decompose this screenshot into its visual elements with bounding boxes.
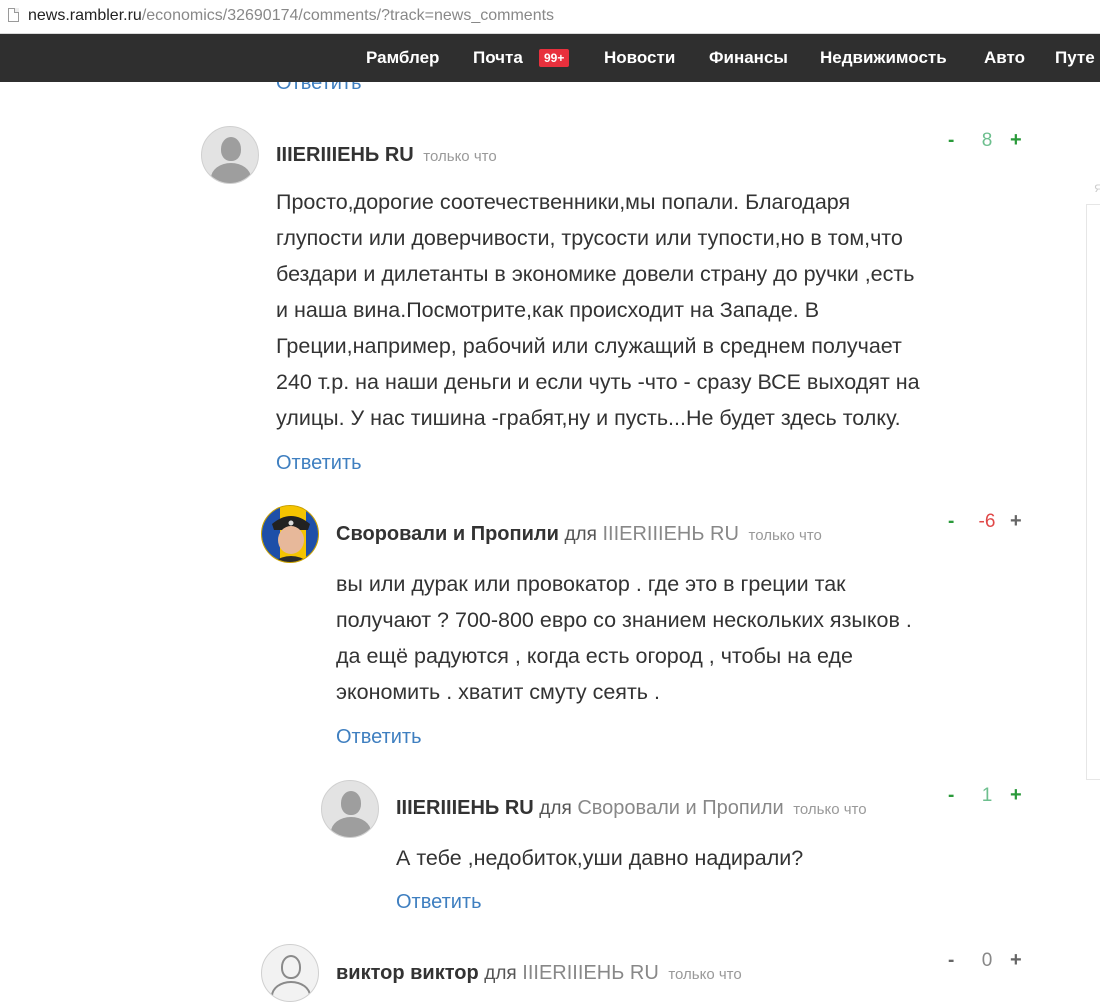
vote-down-button[interactable]: - — [948, 130, 954, 152]
comment-header: IIIERIIIЕНЬ RU только что — [276, 144, 497, 167]
address-bar[interactable]: news.rambler.ru/economics/32690174/comme… — [0, 0, 1100, 34]
comment-header: виктор виктор для IIIERIIIЕНЬ RU только … — [336, 962, 742, 985]
reply-to-word: для — [484, 963, 517, 984]
mail-count-badge[interactable]: 99+ — [539, 49, 570, 67]
comment-line: да ещё радуются , когда есть огород , чт… — [336, 644, 854, 668]
comment-line: экономить . хватит смуту сеять . — [336, 680, 660, 704]
vote-up-button[interactable]: + — [1010, 510, 1022, 533]
comment-header: Своровали и Пропили для IIIERIIIЕНЬ RU т… — [336, 523, 822, 546]
vote-up-button[interactable]: + — [1010, 949, 1022, 972]
reply-link[interactable]: Ответить — [276, 452, 362, 475]
comment-time: только что — [793, 801, 867, 818]
vote-score: -6 — [978, 511, 996, 532]
vote-up-button[interactable]: + — [1010, 784, 1022, 807]
vote-down-button[interactable]: - — [948, 785, 954, 807]
avatar[interactable] — [261, 944, 319, 1002]
reply-to-word: для — [564, 524, 597, 545]
vote-score: 1 — [981, 785, 993, 806]
author-name[interactable]: виктор виктор — [336, 962, 479, 984]
nav-item-rambler[interactable]: Рамблер — [366, 48, 439, 68]
comment-text: Просто,дорогие соотечественники,мы попал… — [276, 184, 920, 436]
comment-text: А тебе ,недобиток,уши давно надирали? — [396, 840, 803, 876]
comment-line: Греции,например, рабочий или служащий в … — [276, 334, 902, 358]
reply-to-word: для — [539, 798, 572, 819]
user-silhouette-body — [211, 163, 251, 183]
comment-line: Просто,дорогие соотечественники,мы попал… — [276, 190, 851, 214]
avatar[interactable] — [201, 126, 259, 184]
vote-score: 8 — [981, 130, 993, 151]
author-name[interactable]: IIIERIIIЕНЬ RU — [396, 797, 534, 819]
comment-time: только что — [668, 966, 742, 983]
comment-line: А тебе ,недобиток,уши давно надирали? — [396, 846, 804, 870]
reply-target-name[interactable]: IIIERIIIЕНЬ RU — [522, 962, 658, 984]
nav-item-travel[interactable]: Путе — [1055, 48, 1095, 68]
comment-header: IIIERIIIЕНЬ RU для Своровали и Пропили т… — [396, 797, 867, 820]
reply-link[interactable]: Ответить — [396, 891, 482, 914]
comment-text: вы или дурак или провокатор . где это в … — [336, 566, 912, 710]
vote-down-button[interactable]: - — [948, 950, 954, 972]
avatar[interactable] — [321, 780, 379, 838]
reply-link[interactable]: Ответить — [336, 726, 422, 749]
nav-item-mail[interactable]: Почта — [473, 48, 523, 68]
comment-line: вы или дурак или провокатор . где это в … — [336, 572, 846, 596]
nav-item-news[interactable]: Новости — [604, 48, 675, 68]
comment-line: получают ? 700-800 евро со знанием неско… — [336, 608, 912, 632]
author-name[interactable]: IIIERIIIЕНЬ RU — [276, 144, 414, 166]
reply-target-name[interactable]: IIIERIIIЕНЬ RU — [602, 523, 738, 545]
sidebar-edge-mark: Я — [1094, 182, 1100, 192]
nav-item-realty[interactable]: Недвижимость — [820, 48, 947, 68]
user-outline-icon — [281, 955, 301, 979]
comment-time: только что — [423, 148, 497, 165]
author-name[interactable]: Своровали и Пропили — [336, 523, 559, 545]
sidebar-widget — [1086, 204, 1100, 780]
comment-time: только что — [748, 527, 822, 544]
nav-item-finance[interactable]: Финансы — [709, 48, 788, 68]
comment-line: и наша вина.Посмотрите,как происходит на… — [276, 298, 820, 322]
vote-score: 0 — [981, 950, 993, 971]
comment-line: улицы. У нас тишина -грабят,ну и пусть..… — [276, 406, 901, 430]
url-text[interactable]: news.rambler.ru/economics/32690174/comme… — [28, 7, 554, 25]
user-outline-body — [271, 981, 311, 1001]
comment-line: 240 т.р. на наши деньги и если чуть -что… — [276, 370, 920, 394]
clipped-area: Ответить — [0, 82, 1100, 94]
user-silhouette-icon — [341, 791, 361, 815]
comment-line: бездари и дилетанты в экономике довели с… — [276, 262, 915, 286]
reply-link[interactable]: Ответить — [276, 82, 362, 94]
user-photo-icon — [262, 506, 318, 562]
reply-target-name[interactable]: Своровали и Пропили — [577, 797, 783, 819]
vote-up-button[interactable]: + — [1010, 129, 1022, 152]
comment-line: глупости или доверчивости, трусости или … — [276, 226, 903, 250]
avatar[interactable] — [261, 505, 319, 563]
top-nav: Рамблер Почта 99+ Новости Финансы Недвиж… — [0, 34, 1100, 82]
user-silhouette-icon — [221, 137, 241, 161]
vote-down-button[interactable]: - — [948, 511, 954, 533]
user-silhouette-body — [331, 817, 371, 837]
nav-item-auto[interactable]: Авто — [984, 48, 1025, 68]
page-icon — [8, 8, 19, 22]
